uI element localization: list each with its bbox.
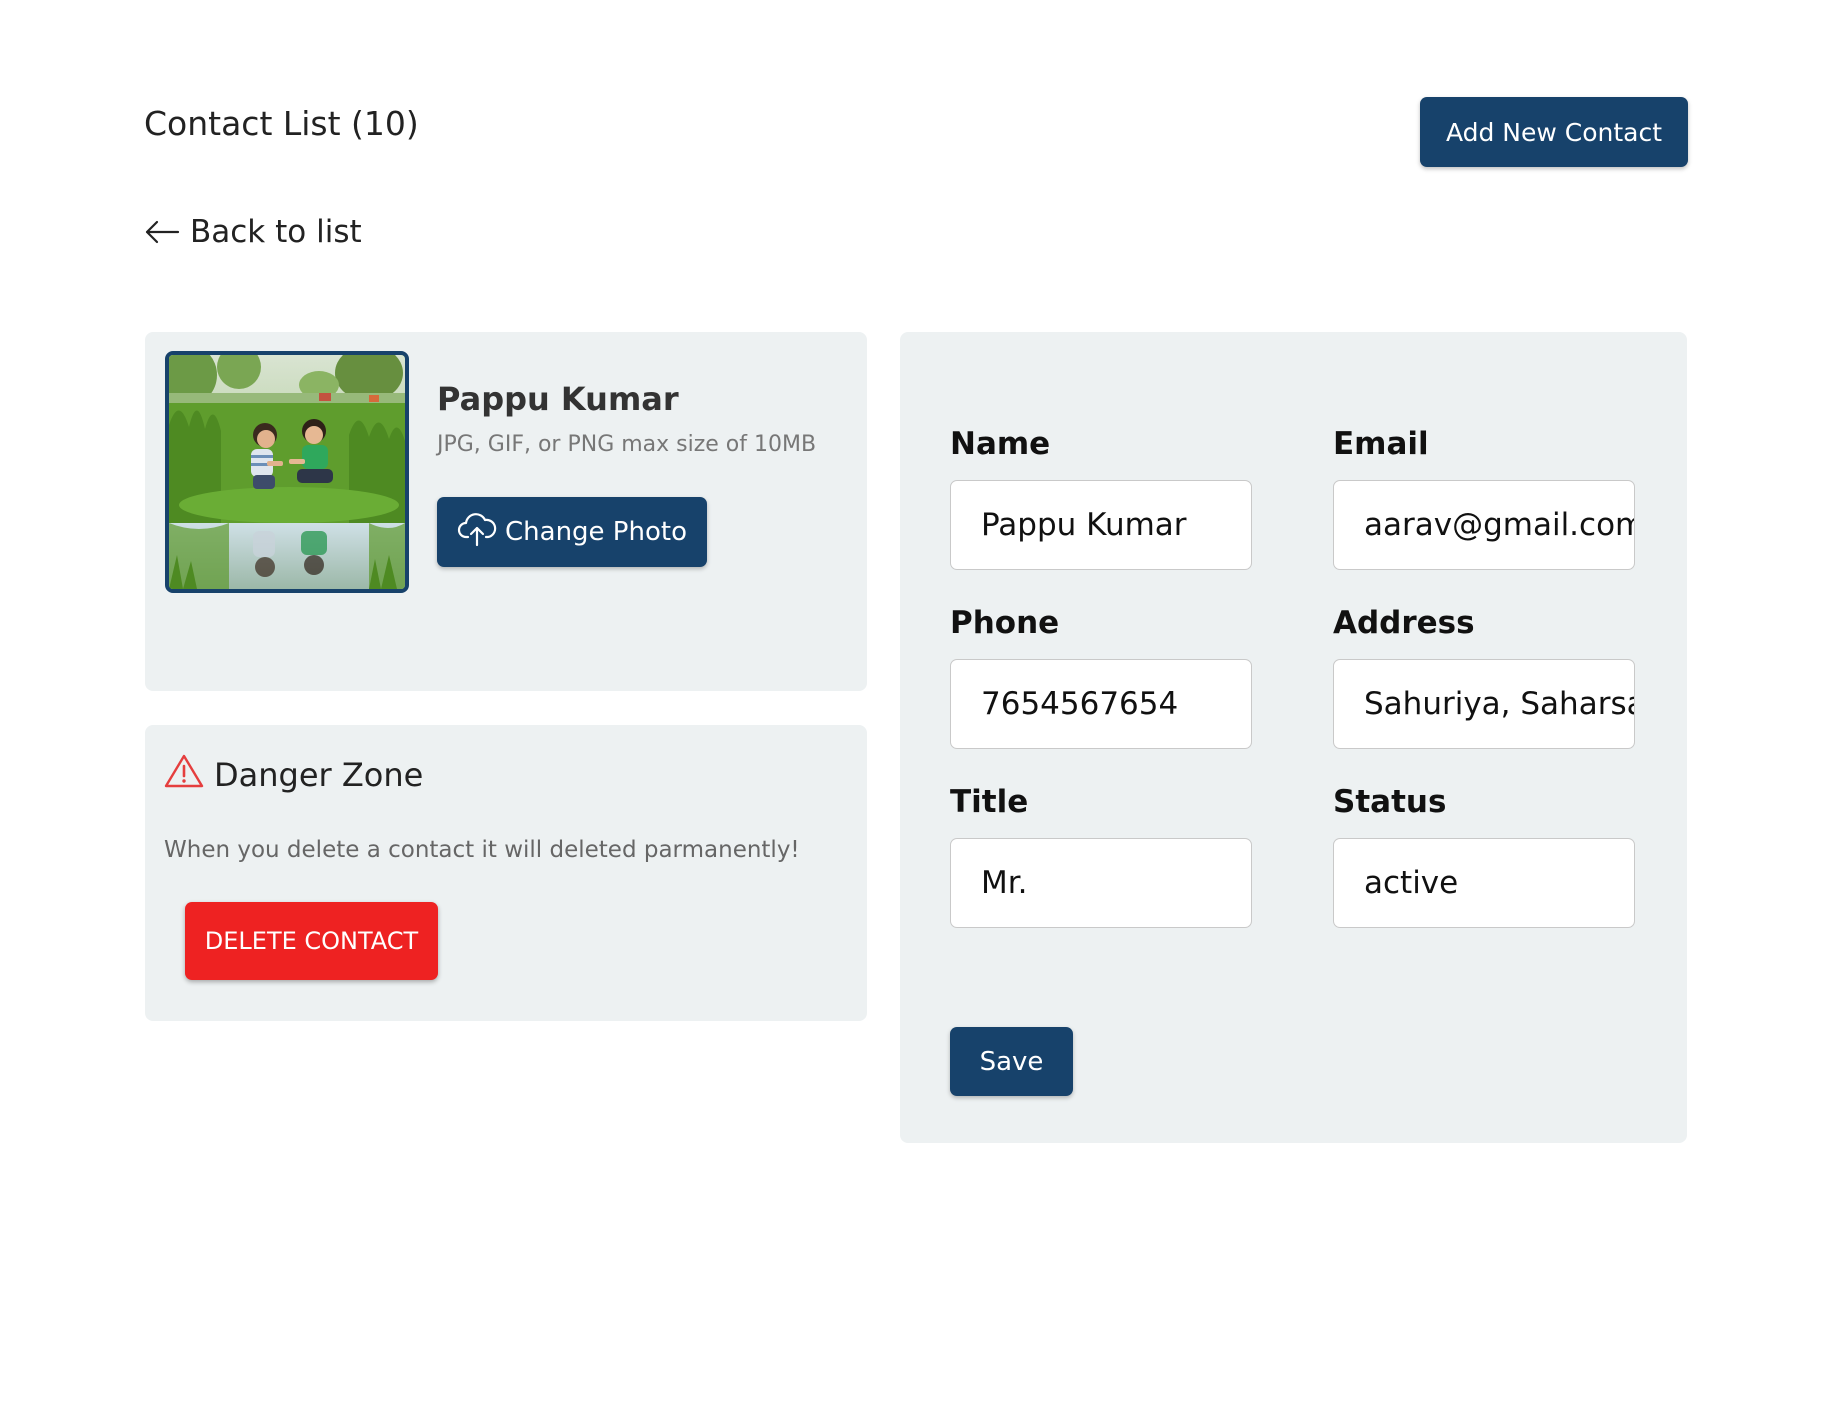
- danger-zone-heading: Danger Zone: [164, 753, 423, 797]
- avatar: [165, 351, 409, 593]
- phone-input[interactable]: [950, 659, 1252, 749]
- title-input[interactable]: [950, 838, 1252, 928]
- email-input[interactable]: [1333, 480, 1635, 570]
- change-photo-label: Change Photo: [505, 517, 687, 547]
- photo-size-hint: JPG, GIF, or PNG max size of 10MB: [437, 432, 817, 457]
- title-label: Title: [950, 784, 1029, 820]
- profile-photo-panel: Pappu Kumar JPG, GIF, or PNG max size of…: [145, 332, 867, 691]
- cloud-upload-icon: [457, 511, 497, 554]
- status-label: Status: [1333, 784, 1447, 820]
- save-button[interactable]: Save: [950, 1027, 1073, 1096]
- name-label: Name: [950, 426, 1051, 462]
- contact-form-panel: Name Email Phone Address Title Status Sa…: [900, 332, 1687, 1143]
- back-to-list-label: Back to list: [190, 214, 362, 250]
- change-photo-button[interactable]: Change Photo: [437, 497, 707, 567]
- status-input[interactable]: [1333, 838, 1635, 928]
- address-input[interactable]: [1333, 659, 1635, 749]
- page-title: Contact List (10): [144, 104, 419, 143]
- danger-zone-title: Danger Zone: [214, 756, 424, 794]
- delete-contact-button[interactable]: DELETE CONTACT: [185, 902, 438, 980]
- add-new-contact-button[interactable]: Add New Contact: [1420, 97, 1688, 167]
- phone-label: Phone: [950, 605, 1060, 641]
- avatar-photo: [169, 355, 405, 589]
- danger-zone-message: When you delete a contact it will delete…: [164, 837, 800, 863]
- address-label: Address: [1333, 605, 1475, 641]
- email-label: Email: [1333, 426, 1429, 462]
- arrow-left-icon: [144, 218, 180, 246]
- back-to-list-link[interactable]: Back to list: [144, 214, 362, 250]
- danger-zone-panel: Danger Zone When you delete a contact it…: [145, 725, 867, 1021]
- name-input[interactable]: [950, 480, 1252, 570]
- warning-triangle-icon: [164, 753, 204, 797]
- contact-name: Pappu Kumar: [437, 380, 679, 418]
